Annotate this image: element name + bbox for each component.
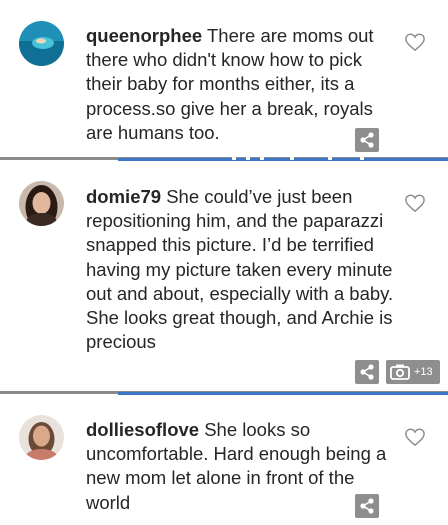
share-icon	[360, 498, 374, 514]
comment-text-block: queenorphee There are moms out there who…	[86, 24, 396, 145]
heart-outline-icon[interactable]	[404, 427, 426, 447]
avatar[interactable]	[19, 415, 64, 460]
photo-gallery-button[interactable]: +13	[386, 360, 440, 384]
comment-username[interactable]: queenorphee	[86, 25, 202, 46]
camera-icon	[390, 364, 410, 380]
heart-outline-icon[interactable]	[404, 32, 426, 52]
share-button[interactable]	[355, 494, 379, 518]
share-icon	[360, 364, 374, 380]
comment-body: She could’ve just been repositioning him…	[86, 186, 394, 353]
share-button[interactable]	[355, 128, 379, 152]
avatar[interactable]	[19, 181, 64, 226]
comment-text-block: domie79 She could’ve just been repositio…	[86, 185, 396, 354]
comment-username[interactable]: dolliesoflove	[86, 419, 199, 440]
comment-username[interactable]: domie79	[86, 186, 161, 207]
comment-text-block: dolliesoflove She looks so uncomfortable…	[86, 418, 396, 515]
share-button[interactable]	[355, 360, 379, 384]
heart-outline-icon[interactable]	[404, 193, 426, 213]
share-icon	[360, 132, 374, 148]
photo-count: +13	[414, 366, 433, 378]
avatar[interactable]	[19, 21, 64, 66]
